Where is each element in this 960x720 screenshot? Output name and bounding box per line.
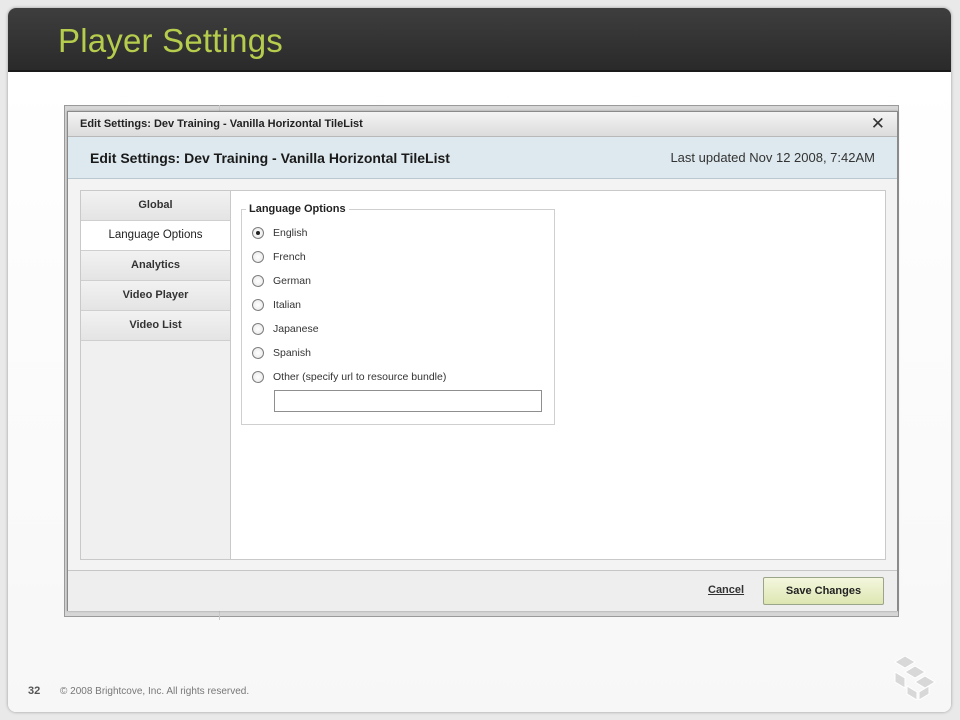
dialog-header-title: Edit Settings: Dev Training - Vanilla Ho… [90, 150, 450, 166]
cancel-button[interactable]: Cancel [708, 584, 744, 596]
radio-button[interactable] [252, 251, 264, 263]
radio-option-french[interactable]: French [252, 248, 306, 266]
radio-option-english[interactable]: English [252, 224, 307, 242]
edit-settings-dialog: Edit Settings: Dev Training - Vanilla Ho… [67, 111, 898, 611]
brightcove-logo-icon [894, 656, 936, 700]
nav-item-analytics[interactable]: Analytics [81, 251, 230, 281]
radio-label: Japanese [273, 323, 319, 335]
save-changes-button[interactable]: Save Changes [763, 577, 884, 605]
last-updated-text: Last updated Nov 12 2008, 7:42AM [670, 150, 875, 165]
radio-button[interactable] [252, 371, 264, 383]
copyright-text: © 2008 Brightcove, Inc. All rights reser… [60, 686, 250, 697]
page-number: 32 [28, 685, 41, 697]
radio-button[interactable] [252, 299, 264, 311]
radio-option-italian[interactable]: Italian [252, 296, 301, 314]
dialog-header: Edit Settings: Dev Training - Vanilla Ho… [68, 137, 897, 179]
radio-button[interactable] [252, 323, 264, 335]
nav-item-video-player[interactable]: Video Player [81, 281, 230, 311]
dialog-titlebar-text: Edit Settings: Dev Training - Vanilla Ho… [80, 118, 363, 130]
radio-button[interactable] [252, 347, 264, 359]
page-title: Player Settings [58, 22, 283, 59]
radio-label: French [273, 251, 306, 263]
dialog-content: Global Language Options Analytics Video … [80, 190, 886, 560]
language-options-group: Language Options English French German I… [241, 203, 555, 425]
nav-item-global[interactable]: Global [81, 191, 230, 221]
radio-option-german[interactable]: German [252, 272, 311, 290]
nav-item-video-list[interactable]: Video List [81, 311, 230, 341]
language-options-legend: Language Options [246, 203, 349, 215]
radio-option-japanese[interactable]: Japanese [252, 320, 319, 338]
resource-bundle-url-input[interactable] [274, 390, 542, 412]
radio-label: Spanish [273, 347, 311, 359]
dialog-footer: Cancel Save Changes [68, 570, 897, 611]
settings-nav: Global Language Options Analytics Video … [81, 191, 231, 559]
close-icon[interactable]: ✕ [871, 114, 885, 134]
dialog-titlebar: Edit Settings: Dev Training - Vanilla Ho… [68, 112, 897, 137]
radio-option-spanish[interactable]: Spanish [252, 344, 311, 362]
nav-item-language-options[interactable]: Language Options [81, 221, 230, 251]
radio-option-other[interactable]: Other (specify url to resource bundle) [252, 368, 446, 386]
radio-label: Italian [273, 299, 302, 311]
slide-header: Player Settings [8, 8, 951, 72]
radio-label: Other (specify url to resource bundle) [273, 371, 447, 383]
radio-label: English [273, 227, 308, 239]
radio-label: German [273, 275, 311, 287]
radio-button[interactable] [252, 227, 264, 239]
radio-button[interactable] [252, 275, 264, 287]
